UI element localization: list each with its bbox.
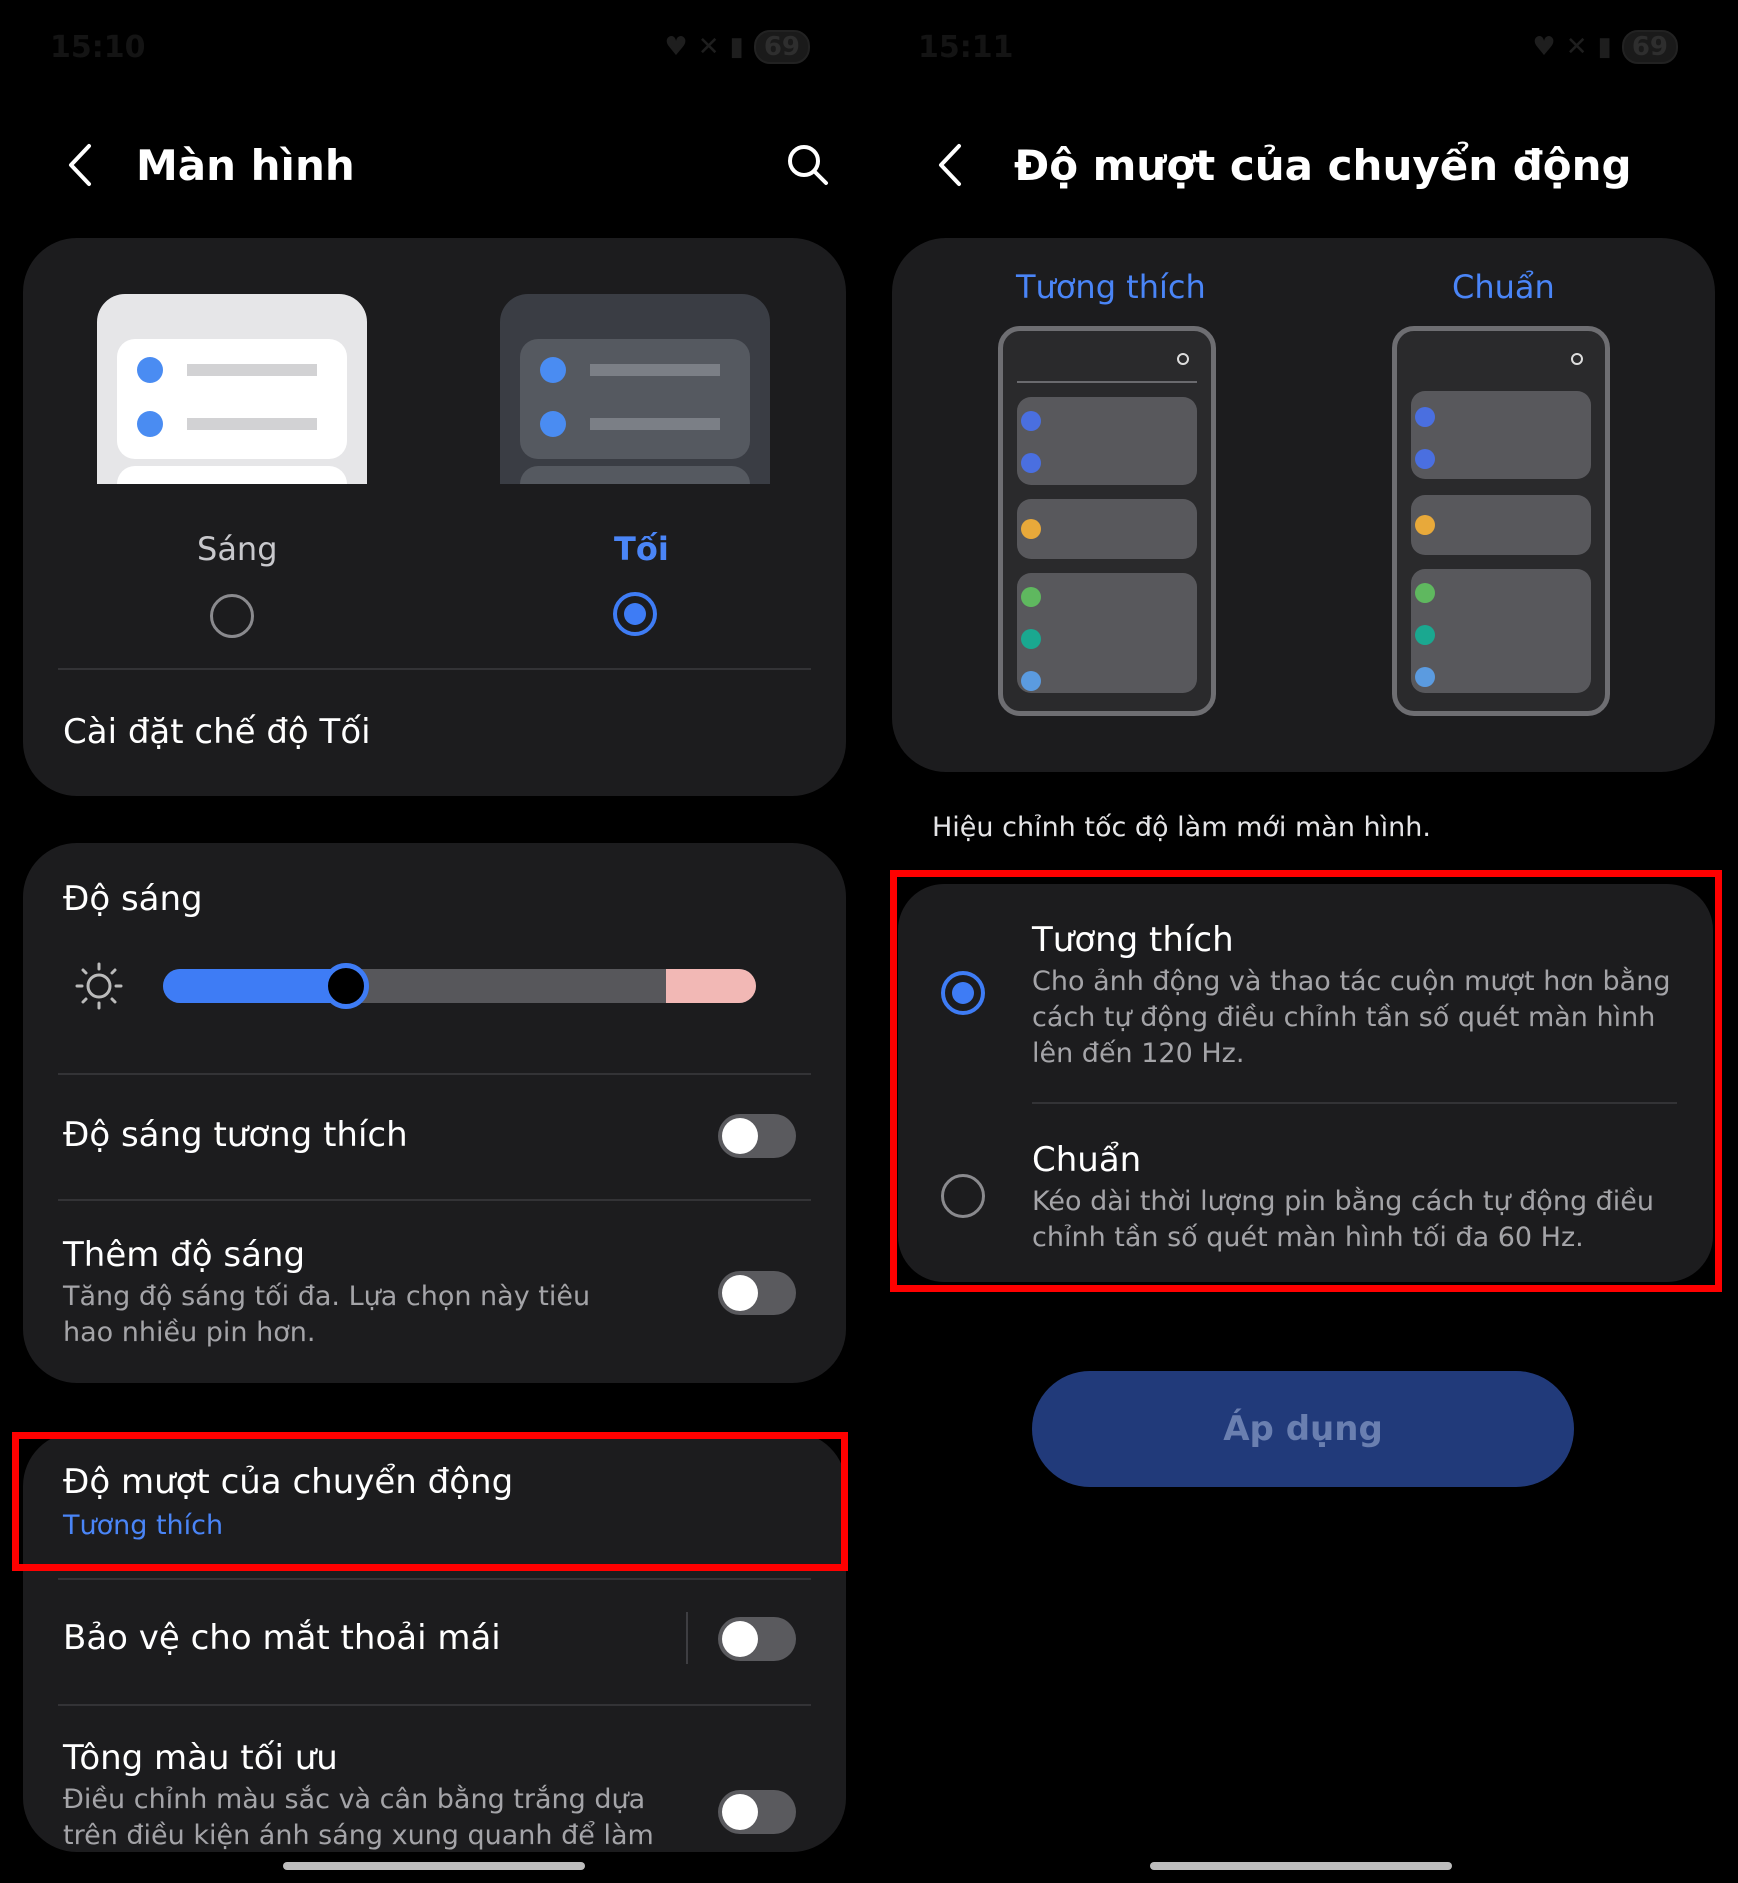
light-theme-radio[interactable] (210, 594, 254, 638)
refresh-rate-caption: Hiệu chỉnh tốc độ làm mới màn hình. (932, 812, 1431, 843)
status-bar-left: 15:10 ♥ ✕ ▮ 69 (0, 26, 840, 70)
brightness-title: Độ sáng (63, 879, 203, 919)
status-bar-right: 15:11 ♥ ✕ ▮ 69 (868, 26, 1708, 70)
signal-icon: ▮ (729, 32, 744, 62)
optimal-tone-description: Điều chỉnh màu sắc và cân bằng trắng dựa… (63, 1784, 654, 1851)
dark-theme-label: Tối (614, 530, 669, 568)
battery-indicator: 69 (753, 30, 810, 64)
heart-icon: ♥ (1532, 32, 1556, 62)
motion-preview-card: Tương thích Chuẩn (892, 238, 1715, 772)
dark-theme-radio[interactable] (613, 592, 657, 636)
preview-phone-adaptive (998, 326, 1216, 716)
extra-brightness-description: Tăng độ sáng tối đa. Lựa chọn này tiêu h… (63, 1281, 591, 1348)
highlight-box (12, 1432, 848, 1571)
brightness-slider-fill (163, 969, 347, 1003)
mute-icon: ✕ (1565, 32, 1588, 62)
eye-comfort-label[interactable]: Bảo vệ cho mắt thoải mái (63, 1618, 501, 1658)
adaptive-brightness-label: Độ sáng tương thích (63, 1115, 408, 1155)
extra-brightness-label: Thêm độ sáng (63, 1235, 306, 1275)
battery-indicator: 69 (1621, 30, 1678, 64)
sun-icon (73, 960, 125, 1012)
dark-theme-preview[interactable] (500, 294, 770, 484)
optimal-tone-toggle[interactable] (718, 1790, 796, 1834)
search-icon (1571, 353, 1583, 365)
brightness-extra-range (666, 969, 756, 1003)
highlight-box (890, 870, 1722, 1292)
signal-icon: ▮ (1597, 32, 1612, 62)
theme-card: Sáng Tối Cài đặt chế độ Tối (23, 238, 846, 796)
page-title: Độ mượt của chuyển động (1014, 140, 1632, 190)
search-icon[interactable] (786, 143, 830, 187)
apply-button[interactable]: Áp dụng (1032, 1371, 1574, 1487)
preview-standard-label: Chuẩn (1452, 268, 1555, 306)
optimal-tone-label: Tông màu tối ưu (63, 1738, 338, 1778)
brightness-card: Độ sáng Độ sáng tương thích Thêm độ sáng… (23, 843, 846, 1383)
eye-comfort-toggle[interactable] (718, 1617, 796, 1661)
status-time: 15:10 (50, 30, 146, 65)
preview-adaptive-label: Tương thích (1016, 268, 1206, 306)
heart-icon: ♥ (664, 32, 688, 62)
extra-brightness-toggle[interactable] (718, 1271, 796, 1315)
search-icon (1177, 353, 1189, 365)
back-icon[interactable] (60, 144, 100, 186)
light-theme-label: Sáng (197, 530, 278, 568)
divider (58, 1578, 811, 1580)
divider (58, 1199, 811, 1201)
status-time: 15:11 (918, 30, 1014, 65)
divider (58, 668, 811, 670)
back-icon[interactable] (930, 144, 970, 186)
adaptive-brightness-toggle[interactable] (718, 1114, 796, 1158)
toggle-separator (686, 1612, 688, 1664)
preview-phone-standard (1392, 326, 1610, 716)
home-indicator (283, 1862, 585, 1870)
home-indicator (1150, 1862, 1452, 1870)
header-left: Màn hình (60, 125, 830, 205)
divider (58, 1073, 811, 1075)
brightness-slider-thumb[interactable] (323, 963, 369, 1009)
header-right: Độ mượt của chuyển động (930, 125, 1710, 205)
page-title: Màn hình (136, 140, 355, 190)
apply-button-label: Áp dụng (1223, 1409, 1383, 1449)
dark-mode-settings-item[interactable]: Cài đặt chế độ Tối (63, 712, 371, 752)
light-theme-preview[interactable] (97, 294, 367, 484)
divider (58, 1704, 811, 1706)
brightness-slider[interactable] (163, 969, 756, 1003)
mute-icon: ✕ (697, 32, 720, 62)
